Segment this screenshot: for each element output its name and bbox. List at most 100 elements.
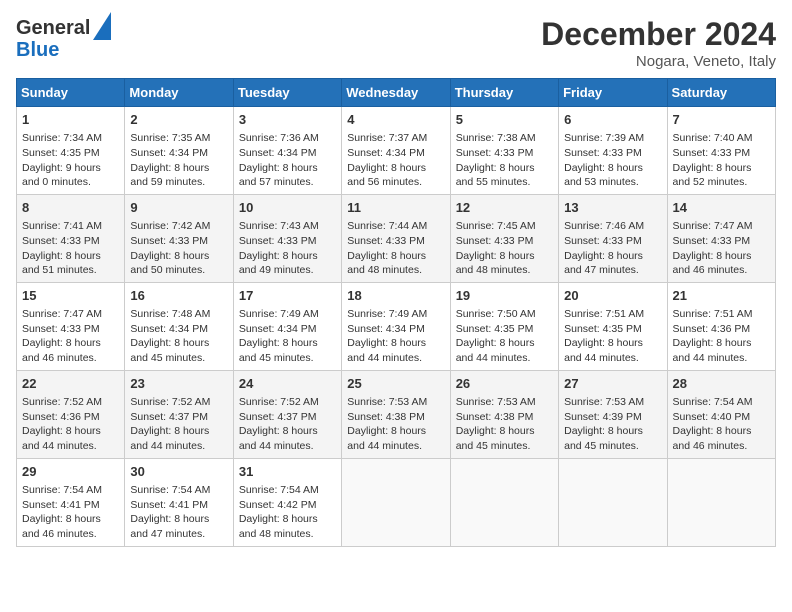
calendar-cell: 14Sunrise: 7:47 AMSunset: 4:33 PMDayligh… [667, 194, 775, 282]
calendar-cell: 1 Sunrise: 7:34 AMSunset: 4:35 PMDaylight… [17, 107, 125, 195]
day-info: Sunrise: 7:51 AMSunset: 4:36 PMDaylight:… [673, 307, 770, 366]
calendar-header-saturday: Saturday [667, 79, 775, 107]
calendar-cell: 12Sunrise: 7:45 AMSunset: 4:33 PMDayligh… [450, 194, 558, 282]
calendar-cell: 25 Sunrise: 7:53 AMSunset: 4:38 PMDayligh… [342, 370, 450, 458]
day-number: 2 [130, 111, 227, 129]
page-header: General Blue December 2024 Nogara, Venet… [16, 16, 776, 70]
day-info: Sunrise: 7:54 AMSunset: 4:41 PMDaylight:… [130, 483, 227, 542]
day-number: 5 [456, 111, 553, 129]
day-number: 27 [564, 375, 661, 393]
calendar-cell [559, 458, 667, 546]
calendar-header-thursday: Thursday [450, 79, 558, 107]
calendar-cell: 9Sunrise: 7:42 AMSunset: 4:33 PMDaylight… [125, 194, 233, 282]
day-number: 29 [22, 463, 119, 481]
calendar-cell: 20 Sunrise: 7:51 AMSunset: 4:35 PMDayligh… [559, 282, 667, 370]
day-info: Sunrise: 7:45 AMSunset: 4:33 PMDaylight:… [456, 219, 553, 278]
day-number: 21 [673, 287, 770, 305]
day-info: Sunrise: 7:48 AMSunset: 4:34 PMDaylight:… [130, 307, 227, 366]
logo-blue-label: Blue [16, 40, 59, 60]
day-number: 6 [564, 111, 661, 129]
calendar-header-tuesday: Tuesday [233, 79, 341, 107]
calendar-cell [450, 458, 558, 546]
day-info: Sunrise: 7:34 AMSunset: 4:35 PMDaylight:… [22, 131, 119, 190]
day-number: 18 [347, 287, 444, 305]
day-info: Sunrise: 7:54 AMSunset: 4:40 PMDaylight:… [673, 395, 770, 454]
calendar-cell: 2 Sunrise: 7:35 AMSunset: 4:34 PMDaylight… [125, 107, 233, 195]
day-number: 8 [22, 199, 119, 217]
day-info: Sunrise: 7:53 AMSunset: 4:38 PMDaylight:… [347, 395, 444, 454]
day-info: Sunrise: 7:42 AMSunset: 4:33 PMDaylight:… [130, 219, 227, 278]
calendar-cell: 19Sunrise: 7:50 AMSunset: 4:35 PMDayligh… [450, 282, 558, 370]
day-number: 13 [564, 199, 661, 217]
calendar-table: SundayMondayTuesdayWednesdayThursdayFrid… [16, 78, 776, 547]
calendar-cell: 29 Sunrise: 7:54 AMSunset: 4:41 PMDayligh… [17, 458, 125, 546]
calendar-cell: 18 Sunrise: 7:49 AMSunset: 4:34 PMDayligh… [342, 282, 450, 370]
day-number: 28 [673, 375, 770, 393]
day-number: 20 [564, 287, 661, 305]
calendar-cell: 26 Sunrise: 7:53 AMSunset: 4:38 PMDayligh… [450, 370, 558, 458]
calendar-cell: 6 Sunrise: 7:39 AMSunset: 4:33 PMDaylight… [559, 107, 667, 195]
day-number: 1 [22, 111, 119, 129]
day-number: 26 [456, 375, 553, 393]
day-info: Sunrise: 7:46 AMSunset: 4:33 PMDaylight:… [564, 219, 661, 278]
day-info: Sunrise: 7:50 AMSunset: 4:35 PMDaylight:… [456, 307, 553, 366]
day-info: Sunrise: 7:38 AMSunset: 4:33 PMDaylight:… [456, 131, 553, 190]
day-info: Sunrise: 7:49 AMSunset: 4:34 PMDaylight:… [239, 307, 336, 366]
day-info: Sunrise: 7:35 AMSunset: 4:34 PMDaylight:… [130, 131, 227, 190]
calendar-week-row: 29 Sunrise: 7:54 AMSunset: 4:41 PMDayligh… [17, 458, 776, 546]
day-number: 31 [239, 463, 336, 481]
calendar-cell: 23Sunrise: 7:52 AMSunset: 4:37 PMDayligh… [125, 370, 233, 458]
day-info: Sunrise: 7:53 AMSunset: 4:38 PMDaylight:… [456, 395, 553, 454]
location-title: Nogara, Veneto, Italy [541, 53, 776, 70]
calendar-header-wednesday: Wednesday [342, 79, 450, 107]
calendar-cell [667, 458, 775, 546]
day-number: 4 [347, 111, 444, 129]
calendar-cell: 28 Sunrise: 7:54 AMSunset: 4:40 PMDayligh… [667, 370, 775, 458]
calendar-cell: 27Sunrise: 7:53 AMSunset: 4:39 PMDayligh… [559, 370, 667, 458]
calendar-cell: 22 Sunrise: 7:52 AMSunset: 4:36 PMDayligh… [17, 370, 125, 458]
calendar-header-friday: Friday [559, 79, 667, 107]
day-number: 11 [347, 199, 444, 217]
calendar-cell: 15Sunrise: 7:47 AMSunset: 4:33 PMDayligh… [17, 282, 125, 370]
calendar-cell: 21 Sunrise: 7:51 AMSunset: 4:36 PMDayligh… [667, 282, 775, 370]
calendar-cell [342, 458, 450, 546]
day-info: Sunrise: 7:54 AMSunset: 4:42 PMDaylight:… [239, 483, 336, 542]
calendar-header-monday: Monday [125, 79, 233, 107]
calendar-cell: 4 Sunrise: 7:37 AMSunset: 4:34 PMDaylight… [342, 107, 450, 195]
month-title: December 2024 [541, 16, 776, 53]
day-info: Sunrise: 7:49 AMSunset: 4:34 PMDaylight:… [347, 307, 444, 366]
calendar-cell: 24 Sunrise: 7:52 AMSunset: 4:37 PMDayligh… [233, 370, 341, 458]
day-info: Sunrise: 7:51 AMSunset: 4:35 PMDaylight:… [564, 307, 661, 366]
day-info: Sunrise: 7:39 AMSunset: 4:33 PMDaylight:… [564, 131, 661, 190]
calendar-week-row: 22 Sunrise: 7:52 AMSunset: 4:36 PMDayligh… [17, 370, 776, 458]
day-info: Sunrise: 7:40 AMSunset: 4:33 PMDaylight:… [673, 131, 770, 190]
calendar-week-row: 1 Sunrise: 7:34 AMSunset: 4:35 PMDaylight… [17, 107, 776, 195]
day-info: Sunrise: 7:47 AMSunset: 4:33 PMDaylight:… [673, 219, 770, 278]
day-info: Sunrise: 7:37 AMSunset: 4:34 PMDaylight:… [347, 131, 444, 190]
day-info: Sunrise: 7:47 AMSunset: 4:33 PMDaylight:… [22, 307, 119, 366]
logo-general-text: General [16, 17, 90, 39]
day-info: Sunrise: 7:36 AMSunset: 4:34 PMDaylight:… [239, 131, 336, 190]
calendar-cell: 16 Sunrise: 7:48 AMSunset: 4:34 PMDayligh… [125, 282, 233, 370]
day-info: Sunrise: 7:52 AMSunset: 4:37 PMDaylight:… [130, 395, 227, 454]
day-info: Sunrise: 7:43 AMSunset: 4:33 PMDaylight:… [239, 219, 336, 278]
calendar-cell: 17Sunrise: 7:49 AMSunset: 4:34 PMDayligh… [233, 282, 341, 370]
day-number: 24 [239, 375, 336, 393]
day-number: 25 [347, 375, 444, 393]
day-info: Sunrise: 7:44 AMSunset: 4:33 PMDaylight:… [347, 219, 444, 278]
day-number: 10 [239, 199, 336, 217]
day-info: Sunrise: 7:52 AMSunset: 4:36 PMDaylight:… [22, 395, 119, 454]
calendar-cell: 11 Sunrise: 7:44 AMSunset: 4:33 PMDayligh… [342, 194, 450, 282]
calendar-cell: 31 Sunrise: 7:54 AMSunset: 4:42 PMDayligh… [233, 458, 341, 546]
day-number: 22 [22, 375, 119, 393]
day-info: Sunrise: 7:52 AMSunset: 4:37 PMDaylight:… [239, 395, 336, 454]
calendar-cell: 8Sunrise: 7:41 AMSunset: 4:33 PMDaylight… [17, 194, 125, 282]
logo: General Blue [16, 16, 111, 60]
calendar-cell: 5 Sunrise: 7:38 AMSunset: 4:33 PMDaylight… [450, 107, 558, 195]
day-number: 16 [130, 287, 227, 305]
calendar-week-row: 15Sunrise: 7:47 AMSunset: 4:33 PMDayligh… [17, 282, 776, 370]
day-number: 30 [130, 463, 227, 481]
calendar-cell: 10 Sunrise: 7:43 AMSunset: 4:33 PMDayligh… [233, 194, 341, 282]
day-info: Sunrise: 7:54 AMSunset: 4:41 PMDaylight:… [22, 483, 119, 542]
calendar-cell: 30 Sunrise: 7:54 AMSunset: 4:41 PMDayligh… [125, 458, 233, 546]
